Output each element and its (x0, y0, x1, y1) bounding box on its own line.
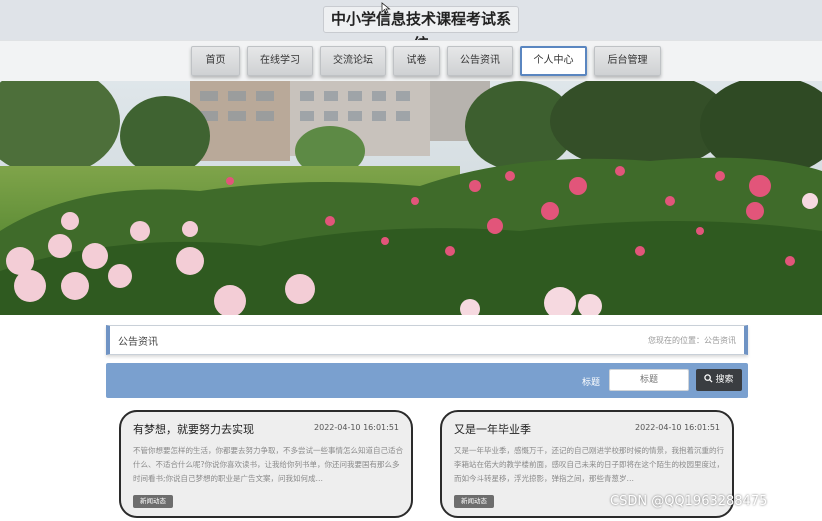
nav-item-personal-center[interactable]: 个人中心 (520, 46, 587, 76)
search-button[interactable]: 搜索 (696, 369, 742, 391)
news-card-date: 2022-04-10 16:01:51 (635, 423, 720, 432)
banner-image (0, 81, 822, 315)
section-header: 公告资讯 您现在的位置：公告资讯 (106, 325, 748, 355)
news-card-title[interactable]: 又是一年毕业季 (454, 421, 531, 437)
nav-item-forum[interactable]: 交流论坛 (320, 46, 386, 76)
nav-item-home[interactable]: 首页 (191, 46, 240, 76)
nav-item-admin[interactable]: 后台管理 (594, 46, 661, 76)
news-card-date: 2022-04-10 16:01:51 (314, 423, 399, 432)
news-card-title[interactable]: 有梦想，就要努力去实现 (133, 421, 254, 437)
news-card-summary: 又是一年毕业季，感慨万千，还记的自己刚进学校那时候的情景，我抱着沉重的行李箱站在… (454, 446, 724, 483)
search-button-label: 搜索 (715, 375, 734, 385)
banner-carousel (0, 81, 822, 315)
search-bar: 标题 搜索 (106, 363, 748, 398)
news-card-tag[interactable]: 新闻动态 (133, 495, 173, 508)
search-icon (704, 374, 714, 383)
main-nav: 首页 在线学习 交流论坛 试卷 公告资讯 个人中心 后台管理 (0, 40, 822, 81)
mouse-cursor-icon (381, 2, 391, 14)
section-title: 公告资讯 (118, 337, 158, 348)
nav-item-announcements[interactable]: 公告资讯 (447, 46, 513, 76)
header: 中小学信息技术课程考试系统 (0, 0, 822, 53)
breadcrumb: 您现在的位置：公告资讯 (648, 336, 736, 345)
search-label: 标题 (582, 378, 601, 388)
news-card-tag[interactable]: 新闻动态 (454, 495, 494, 508)
nav-item-online-learning[interactable]: 在线学习 (247, 46, 313, 76)
watermark: CSDN @QQ1963288475 (610, 494, 768, 509)
site-title: 中小学信息技术课程考试系统 (323, 6, 519, 53)
news-card[interactable]: 有梦想，就要努力去实现 2022-04-10 16:01:51 不管你想要怎样的… (119, 410, 413, 518)
nav-item-exam-papers[interactable]: 试卷 (393, 46, 440, 76)
search-input[interactable] (609, 369, 689, 391)
news-card-summary: 不管你想要怎样的生活，你都要去努力争取，不多尝试一些事情怎么知道自己适合什么、不… (133, 446, 403, 483)
